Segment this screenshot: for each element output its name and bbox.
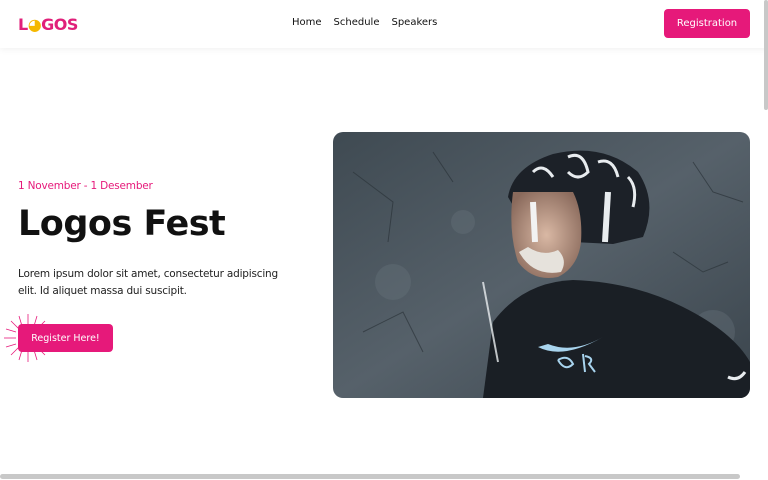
nav-links: Home Schedule Speakers [292,17,437,28]
logo-text: L◕GOS [18,14,78,34]
vertical-scrollbar[interactable] [764,0,768,110]
graffiti-portrait-image [333,132,750,398]
horizontal-scrollbar[interactable] [0,474,740,479]
hero-title: Logos Fest [18,204,226,244]
nav-link-schedule[interactable]: Schedule [334,17,380,28]
hero-description: Lorem ipsum dolor sit amet, consectetur … [18,268,278,297]
nav-link-speakers[interactable]: Speakers [391,17,437,28]
register-here-button[interactable]: Register Here! [18,324,113,352]
nav-link-home[interactable]: Home [292,17,322,28]
event-date: 1 November - 1 Desember [18,180,153,192]
registration-button[interactable]: Registration [664,9,750,38]
hero-image [333,132,750,398]
logo[interactable]: L◕GOS [18,13,78,35]
navbar: L◕GOS Home Schedule Speakers Registratio… [0,0,768,48]
